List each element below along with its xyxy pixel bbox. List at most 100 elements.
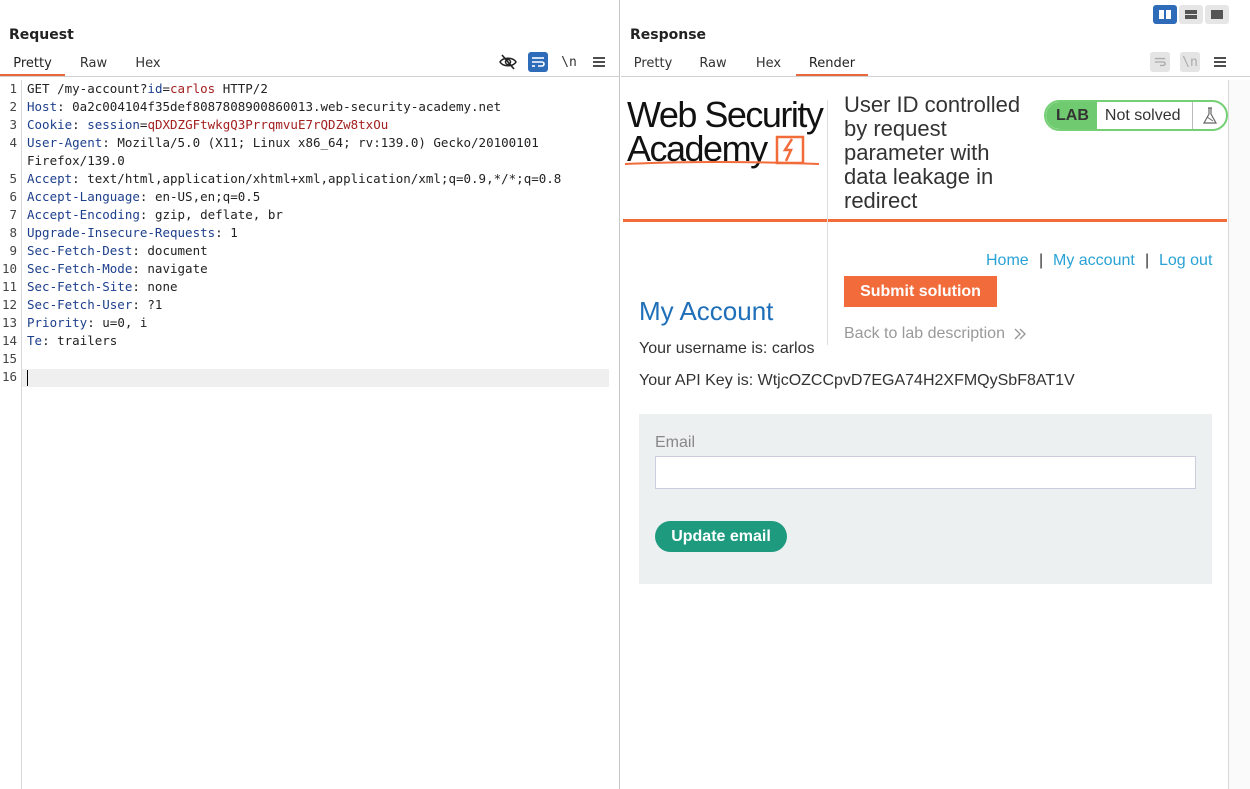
- code-text: Te: trailers: [27, 332, 117, 350]
- hamburger-menu-icon[interactable]: [589, 52, 609, 72]
- change-email-form: Email Update email: [639, 414, 1212, 584]
- code-token: :: [72, 117, 88, 132]
- web-security-academy-logo[interactable]: Web Security Academy: [624, 94, 827, 170]
- logo-swoosh-icon: [624, 161, 820, 165]
- code-key-token: Sec-Fetch-Mode: [27, 261, 133, 276]
- response-tab-render[interactable]: Render: [796, 52, 868, 76]
- line-number: 16: [1, 369, 17, 384]
- rendered-page: Web Security Academy User ID controlled …: [621, 80, 1229, 789]
- username-text: Your username is: carlos: [639, 340, 815, 357]
- email-label: Email: [655, 434, 696, 451]
- code-line: 9 Sec-Fetch-Dest: document: [0, 242, 610, 260]
- flask-icon: [1192, 102, 1226, 129]
- code-line: 2 Host: 0a2c004104f35def8087808900860013.…: [0, 98, 610, 116]
- request-tab-hex[interactable]: Hex: [122, 52, 174, 76]
- nav-home-link[interactable]: Home: [986, 252, 1029, 270]
- code-key-token: Te: [27, 333, 43, 348]
- code-text: User-Agent: Mozilla/5.0 (X11; Linux x86_…: [27, 134, 539, 152]
- code-line: 10 Sec-Fetch-Mode: navigate: [0, 260, 610, 278]
- line-number: 13: [1, 315, 17, 330]
- code-line: 12 Sec-Fetch-User: ?1: [0, 296, 610, 314]
- response-tab-hex[interactable]: Hex: [741, 52, 796, 76]
- code-text: Sec-Fetch-Site: none: [27, 278, 178, 296]
- nav-log-out-link[interactable]: Log out: [1159, 252, 1212, 270]
- code-line: 8 Upgrade-Insecure-Requests: 1: [0, 224, 610, 242]
- hamburger-menu-icon[interactable]: [1210, 52, 1230, 72]
- update-email-button[interactable]: Update email: [655, 521, 787, 552]
- code-text: GET /my-account?id=carlos HTTP/2: [27, 80, 268, 98]
- code-key-token: session: [87, 117, 140, 132]
- response-tab-pretty[interactable]: Pretty: [621, 52, 685, 76]
- code-token: : 0a2c004104f35def8087808900860013.web-s…: [57, 99, 502, 114]
- code-text: Accept-Language: en-US,en;q=0.5: [27, 188, 260, 206]
- code-token: HTTP/2: [215, 81, 268, 96]
- code-line: 1 GET /my-account?id=carlos HTTP/2: [0, 80, 610, 98]
- split-columns-icon[interactable]: [1153, 5, 1177, 24]
- submit-solution-button[interactable]: Submit solution: [844, 276, 997, 307]
- page-heading: My Account: [639, 296, 774, 326]
- newline-toggle-button[interactable]: \n: [1180, 52, 1200, 72]
- response-tab-raw[interactable]: Raw: [685, 52, 741, 76]
- code-token: : Mozilla/5.0 (X11; Linux x86_64; rv:139…: [102, 135, 539, 150]
- code-key-token: Upgrade-Insecure-Requests: [27, 225, 216, 240]
- api-key-text: Your API Key is: WtjcOZCCpvD7EGA74H2XFMQ…: [639, 372, 1075, 389]
- line-number: 12: [1, 297, 17, 312]
- code-key-token: Sec-Fetch-Site: [27, 279, 133, 294]
- response-pane: Response Pretty Raw Hex Render \n Web Se…: [621, 0, 1250, 789]
- request-tab-raw[interactable]: Raw: [65, 52, 122, 76]
- back-to-lab-description-link[interactable]: Back to lab description: [844, 325, 1027, 343]
- response-tabs-divider: [621, 76, 1250, 77]
- code-line: 16: [0, 368, 610, 386]
- code-token: : none: [132, 279, 178, 294]
- split-rows-icon[interactable]: [1179, 5, 1203, 24]
- logo-line-1: Web Security: [627, 94, 824, 135]
- eye-slash-icon[interactable]: [498, 52, 518, 72]
- code-text: Priority: u=0, i: [27, 314, 147, 332]
- line-number: 11: [1, 279, 17, 294]
- single-pane-icon[interactable]: [1205, 5, 1229, 24]
- back-link-label: Back to lab description: [844, 325, 1005, 342]
- lab-tag: LAB: [1046, 102, 1097, 129]
- header-orange-rule: [623, 219, 1227, 222]
- request-tabs-divider: [0, 76, 619, 77]
- code-token: =: [162, 81, 171, 96]
- email-field[interactable]: [655, 456, 1196, 489]
- code-token: Firefox/139.0: [27, 153, 125, 168]
- code-key-token: User-Agent: [27, 135, 103, 150]
- code-line: 11 Sec-Fetch-Site: none: [0, 278, 610, 296]
- nav-my-account-link[interactable]: My account: [1053, 252, 1135, 270]
- code-line: 6 Accept-Language: en-US,en;q=0.5: [0, 188, 610, 206]
- code-token: : trailers: [42, 333, 118, 348]
- code-value-token: qDXDZGFtwkgQ3PrrqmvuE7rQDZw8txOu: [147, 117, 389, 132]
- word-wrap-icon[interactable]: [1150, 52, 1170, 72]
- code-line: 4 User-Agent: Mozilla/5.0 (X11; Linux x86…: [0, 134, 610, 152]
- code-text: Sec-Fetch-User: ?1: [27, 296, 162, 314]
- code-token: : 1: [215, 225, 238, 240]
- code-token: : text/html,application/xhtml+xml,applic…: [72, 171, 562, 186]
- word-wrap-icon[interactable]: [528, 52, 548, 72]
- line-number: 8: [9, 225, 17, 240]
- line-number: 14: [1, 333, 17, 348]
- newline-toggle-button[interactable]: \n: [559, 52, 579, 72]
- line-number: 9: [9, 243, 17, 258]
- line-number: 15: [1, 351, 17, 366]
- line-number: 4: [9, 135, 17, 150]
- render-scrollbar[interactable]: [1228, 80, 1250, 789]
- code-key-token: Sec-Fetch-Dest: [27, 243, 133, 258]
- line-number: 3: [9, 117, 17, 132]
- text-caret: [27, 370, 28, 386]
- code-text: Sec-Fetch-Dest: document: [27, 242, 208, 260]
- code-key-token: Sec-Fetch-User: [27, 297, 133, 312]
- code-line: 15: [0, 350, 610, 368]
- code-token: : u=0, i: [87, 315, 148, 330]
- lab-status-text: Not solved: [1104, 106, 1181, 124]
- code-line: 14 Te: trailers: [0, 332, 610, 350]
- request-tabs: Pretty Raw Hex: [0, 52, 174, 76]
- code-token: : document: [132, 243, 208, 258]
- code-key-token: Priority: [27, 315, 88, 330]
- nav-separator: |: [1145, 252, 1150, 269]
- request-editor[interactable]: 1 GET /my-account?id=carlos HTTP/2 2 Host: …: [0, 80, 620, 789]
- request-tab-pretty[interactable]: Pretty: [0, 52, 65, 76]
- code-text: Accept-Encoding: gzip, deflate, br: [27, 206, 283, 224]
- code-key-token: id: [147, 81, 163, 96]
